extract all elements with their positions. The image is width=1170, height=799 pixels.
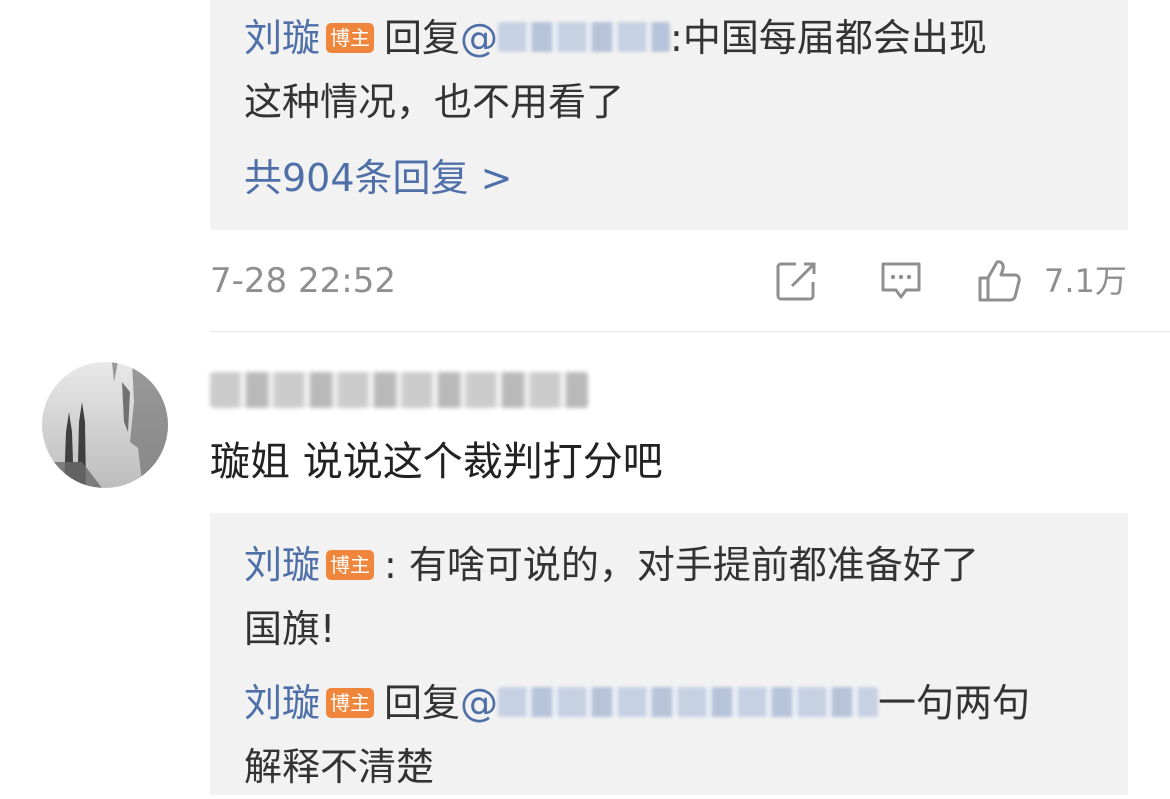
reply-verb: 回复 <box>384 681 461 725</box>
reply-verb: 回复 <box>384 16 461 60</box>
blurred-mention[interactable] <box>498 686 879 717</box>
reply-text: :中国每届都会出现 <box>670 16 987 60</box>
divider <box>210 331 1170 332</box>
comment-text: 璇姐 说说这个裁判打分吧 <box>210 439 663 485</box>
reply-box: 刘璇 博主 回复@ :中国每届都会出现 这种情况，也不用看了 共904条回复 > <box>210 0 1128 230</box>
timestamp: 7-28 22:52 <box>210 261 396 301</box>
reply-line: 刘璇 博主 回复@ 一句两句 <box>244 671 1080 735</box>
blogger-badge: 博主 <box>326 549 375 580</box>
reply-text-continued: 国旗! <box>244 607 336 651</box>
comment-meta-row: 7-28 22:52 7.1万 <box>210 250 1128 312</box>
blurred-mention[interactable] <box>498 21 671 52</box>
blogger-badge: 博主 <box>326 687 375 718</box>
reply-line: 刘璇 博主 回复@ :中国每届都会出现 <box>244 6 1080 70</box>
blogger-badge: 博主 <box>326 22 375 53</box>
mention-at[interactable]: @ <box>460 16 498 60</box>
author-name-link[interactable]: 刘璇 <box>244 681 320 725</box>
blurred-username[interactable] <box>210 372 588 408</box>
reply-line: 刘璇 博主 : 有啥可说的，对手提前都准备好了 <box>244 533 1080 597</box>
like-icon[interactable] <box>976 258 1022 304</box>
reply-box: 刘璇 博主: 有啥可说的，对手提前都准备好了 国旗! 刘璇 博主 回复@ 一句两句 解释… <box>210 513 1128 795</box>
repost-icon[interactable] <box>774 258 820 304</box>
reply-text-continued: 解释不清楚 <box>244 745 435 789</box>
like-count: 7.1万 <box>1044 262 1127 300</box>
author-name-link[interactable]: 刘璇 <box>244 543 320 587</box>
reply-text-continued: 这种情况，也不用看了 <box>244 80 625 124</box>
reply-text: : 有啥可说的，对手提前都准备好了 <box>384 543 979 587</box>
comment-icon[interactable] <box>878 258 924 304</box>
reply-text: 一句两句 <box>878 681 1031 725</box>
author-name-link[interactable]: 刘璇 <box>244 16 320 60</box>
mention-at[interactable]: @ <box>460 681 498 725</box>
more-replies-link[interactable]: 共904条回复 > <box>244 146 1080 210</box>
avatar[interactable] <box>42 362 168 488</box>
